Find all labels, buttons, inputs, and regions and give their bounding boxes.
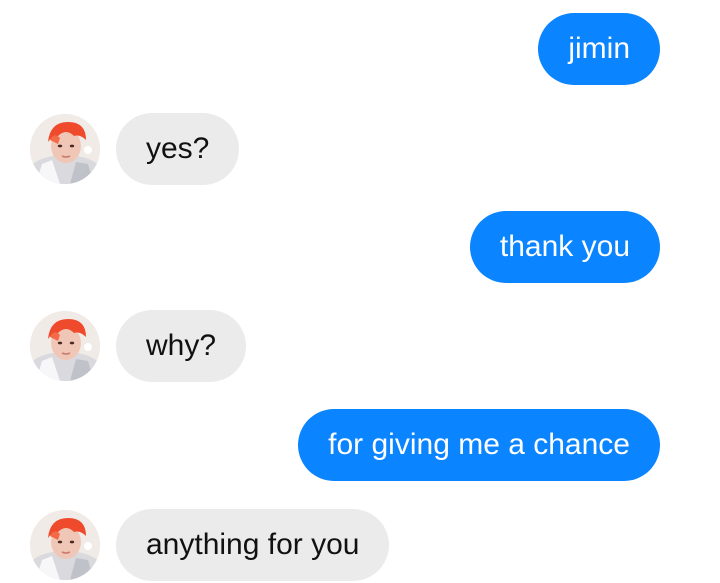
avatar-portrait-icon xyxy=(30,311,100,381)
outgoing-message-bubble[interactable]: jimin xyxy=(538,13,660,85)
chat-thread: jimin yes? thank you why? for giving me … xyxy=(0,0,720,583)
contact-avatar[interactable] xyxy=(30,311,100,381)
outgoing-message-row: for giving me a chance xyxy=(0,409,720,481)
avatar-portrait-icon xyxy=(30,510,100,580)
message-text: thank you xyxy=(499,230,630,263)
incoming-message-bubble[interactable]: anything for you xyxy=(116,509,390,581)
outgoing-message-bubble[interactable]: for giving me a chance xyxy=(298,409,660,481)
message-text: jimin xyxy=(568,32,630,65)
message-text: yes? xyxy=(146,132,210,165)
contact-avatar[interactable] xyxy=(30,114,100,184)
incoming-message-row: yes? xyxy=(0,113,720,185)
incoming-message-bubble[interactable]: why? xyxy=(116,310,247,382)
incoming-message-row: why? xyxy=(0,310,720,382)
incoming-message-bubble[interactable]: yes? xyxy=(116,113,240,185)
message-text: for giving me a chance xyxy=(328,428,630,461)
contact-avatar[interactable] xyxy=(30,510,100,580)
outgoing-message-row: jimin xyxy=(0,13,720,85)
incoming-message-row: anything for you xyxy=(0,509,720,581)
message-text: why? xyxy=(146,329,217,362)
avatar-portrait-icon xyxy=(30,114,100,184)
message-text: anything for you xyxy=(146,528,360,561)
outgoing-message-bubble[interactable]: thank you xyxy=(469,211,660,283)
outgoing-message-row: thank you xyxy=(0,211,720,283)
